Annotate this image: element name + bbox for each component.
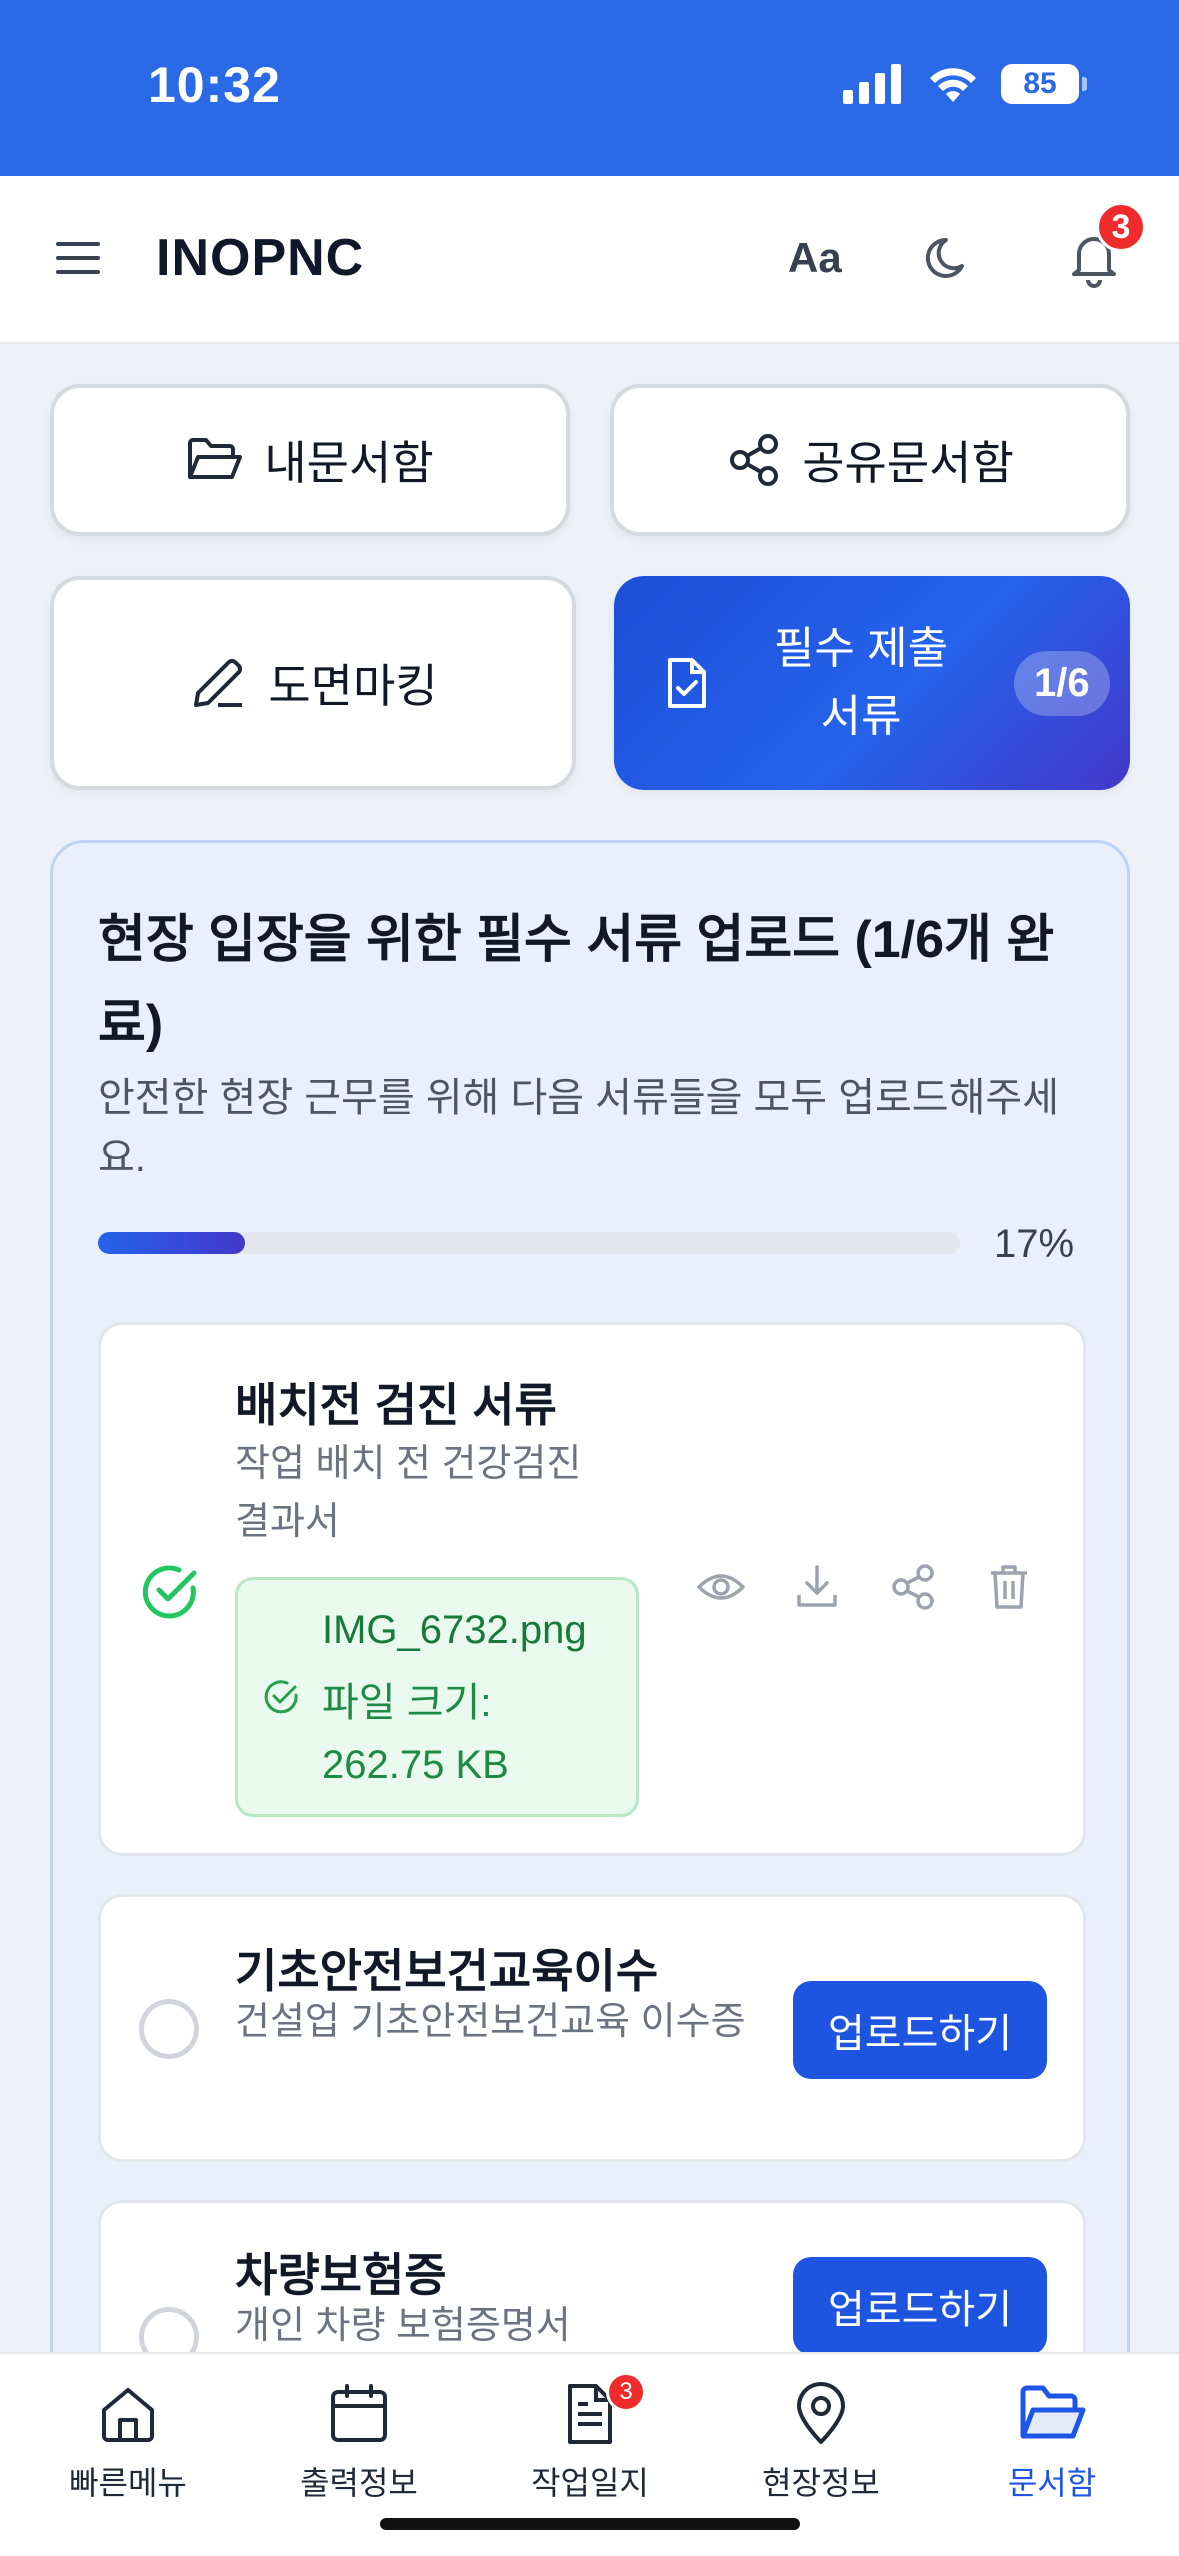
status-time: 10:32 [148, 57, 281, 113]
home-indicator [380, 2518, 800, 2530]
panel-title: 현장 입장을 위한 필수 서류 업로드 (1/6개 완료) [98, 911, 1055, 1053]
upload-button[interactable]: 업로드하기 [793, 1981, 1047, 2079]
document-title: 배치전 검진 서류 [235, 1379, 557, 1431]
app-header: INOPNC Aa 3 [0, 176, 1179, 344]
shared-documents-button[interactable]: 공유문서함 [610, 384, 1130, 536]
download-icon[interactable] [791, 1561, 843, 1613]
menu-button[interactable] [50, 230, 106, 286]
status-bar: 10:32 85 [0, 0, 1179, 176]
tab-label: 작업일지 [531, 2465, 649, 2501]
battery-indicator: 85 [1001, 64, 1087, 104]
hamburger-icon [56, 242, 100, 274]
document-title: 차량보험증 [235, 2249, 447, 2301]
signal-icon [843, 64, 901, 104]
status-icons: 85 [843, 64, 1087, 104]
tab-documents[interactable]: 문서함 [952, 2382, 1152, 2504]
panel-description: 안전한 현장 근무를 위해 다음 서류들을 모두 업로드해주세요. [98, 1076, 1059, 1180]
document-title: 기초안전보건교육이수 [235, 1945, 659, 1997]
tab-label: 문서함 [1007, 2465, 1097, 2501]
required-documents-label: 필수 제출 서류 [773, 624, 949, 741]
my-documents-button[interactable]: 내문서함 [50, 384, 570, 536]
file-check-circle-icon [264, 1680, 298, 1714]
file-size: 파일 크기: 262.75 KB [322, 1681, 509, 1787]
upload-button[interactable]: 업로드하기 [793, 2257, 1047, 2355]
calendar-icon [331, 2384, 387, 2442]
progress-fill [98, 1232, 245, 1254]
uploaded-file-box: IMG_6732.png 파일 크기: 262.75 KB [235, 1577, 639, 1817]
document-card-safety-education: 기초안전보건교육이수 건설업 기초안전보건교육 이수증 업로드하기 [98, 1894, 1086, 2162]
check-circle-icon [142, 1565, 197, 1619]
folder-open-icon [188, 438, 243, 479]
progress-percent: 17% [994, 1222, 1075, 1266]
drawing-marking-label: 도면마킹 [268, 660, 438, 712]
document-subtitle: 개인 차량 보험증명서 [235, 2305, 571, 2347]
dark-mode-button[interactable] [922, 230, 978, 286]
pencil-icon [194, 659, 243, 707]
document-subtitle: 작업 배치 전 건강검진 결과서 [235, 1443, 582, 1543]
notification-badge: 3 [1096, 202, 1146, 252]
share-icon [730, 434, 779, 486]
document-card-health-check: 배치전 검진 서류 작업 배치 전 건강검진 결과서 IMG_6732.png … [98, 1322, 1086, 1856]
work-log-badge: 3 [606, 2372, 646, 2412]
wifi-icon [930, 68, 976, 102]
tab-quick-menu[interactable]: 빠른메뉴 [28, 2382, 228, 2504]
tab-work-log[interactable]: 작업일지 3 [490, 2372, 690, 2504]
eye-icon[interactable] [695, 1561, 747, 1613]
tab-site-info[interactable]: 현장정보 [721, 2382, 921, 2504]
share-icon[interactable] [887, 1561, 939, 1613]
folder-open-icon [1020, 2385, 1086, 2439]
shared-documents-label: 공유문서함 [802, 437, 1014, 489]
home-icon [102, 2388, 154, 2442]
tab-output-info[interactable]: 출력정보 [259, 2382, 459, 2504]
status-circle [139, 1999, 199, 2059]
required-count-badge: 1/6 [1014, 650, 1110, 716]
tab-label: 빠른메뉴 [69, 2465, 187, 2501]
file-check-icon [668, 658, 706, 708]
document-subtitle: 건설업 기초안전보건교육 이수증 [235, 2001, 746, 2043]
font-size-button[interactable]: Aa [788, 234, 842, 282]
required-documents-button[interactable]: 필수 제출 서류 1/6 [614, 576, 1130, 790]
app-logo: INOPNC [156, 229, 365, 287]
map-pin-icon [797, 2382, 845, 2444]
drawing-marking-button[interactable]: 도면마킹 [50, 576, 576, 790]
tab-label: 현장정보 [762, 2465, 880, 2501]
trash-icon[interactable] [983, 1561, 1035, 1613]
moon-icon [925, 237, 964, 278]
progress-bar [98, 1232, 960, 1254]
my-documents-label: 내문서함 [264, 437, 434, 489]
tab-label: 출력정보 [300, 2465, 418, 2501]
file-name: IMG_6732.png [322, 1608, 587, 1652]
